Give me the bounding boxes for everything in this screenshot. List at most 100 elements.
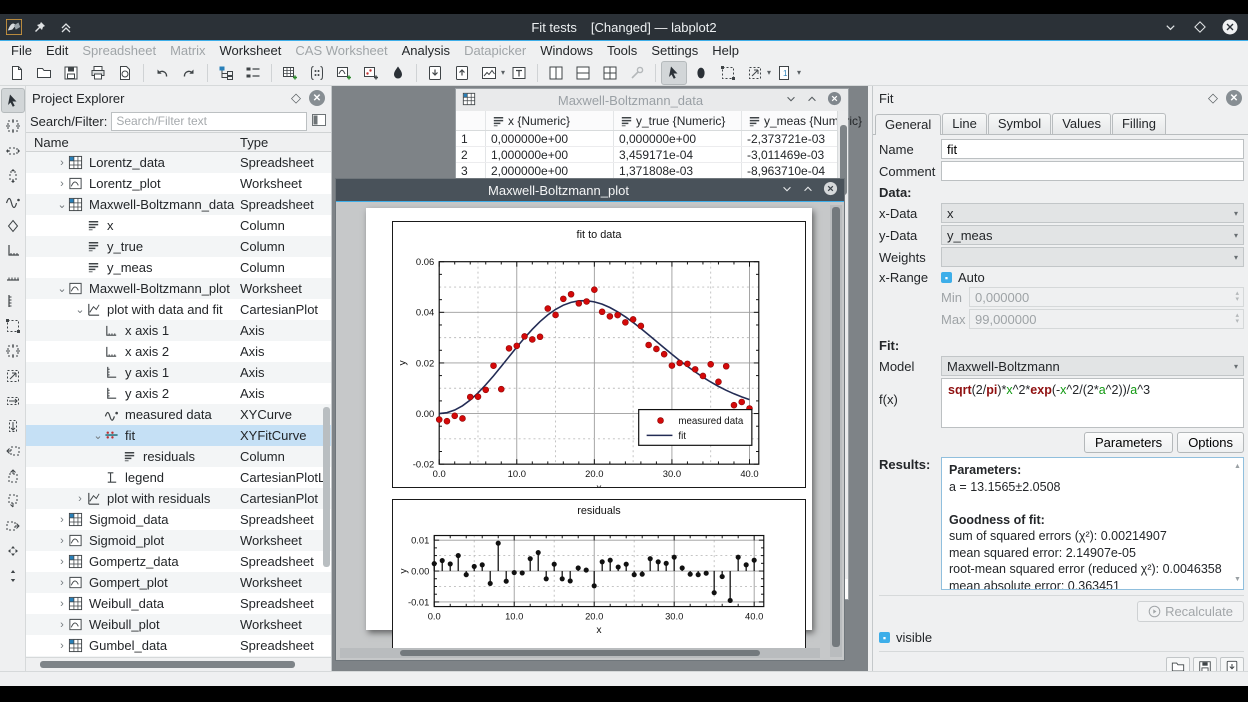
tab-filling[interactable]: Filling (1112, 113, 1166, 134)
add-axis-left-tool-icon[interactable] (1, 288, 25, 313)
tab-general[interactable]: General (875, 114, 941, 135)
page-view-button-dropdown-icon[interactable]: ▾ (797, 68, 801, 77)
new-folder-icon[interactable] (213, 61, 239, 85)
spreadsheet-row-3[interactable]: 32,000000e+001,371808e-03-8,963710e-04 (456, 163, 848, 179)
filter-options-button[interactable] (311, 112, 327, 131)
shift-left-x-tool-icon[interactable] (1, 438, 25, 463)
new-note-icon[interactable] (385, 61, 411, 85)
chevron-down-icon[interactable] (1162, 19, 1178, 35)
spreadsheet-cell[interactable]: 1,371808e-03 (614, 163, 742, 178)
tree-expander-icon[interactable]: › (56, 157, 68, 169)
resize-horizontal-tool-icon[interactable] (1, 138, 25, 163)
new-worksheet-icon[interactable] (331, 61, 357, 85)
tree-row-gumbel-data[interactable]: ›Gumbel_dataSpreadsheet (26, 635, 331, 656)
worksheet-window[interactable]: Maxwell-Boltzmann_plot fit to data0.010.… (335, 178, 845, 661)
tree-expander-icon[interactable]: ⌄ (56, 282, 68, 295)
tree-row-x-axis-2[interactable]: x axis 2Axis (26, 341, 331, 362)
window-close-icon[interactable] (827, 91, 842, 109)
add-curve-tool-icon[interactable] (1, 188, 25, 213)
search-filter-input[interactable] (111, 112, 307, 131)
tree-row-residuals[interactable]: residualsColumn (26, 446, 331, 467)
column-header-x[interactable]: x {Numeric} (486, 111, 614, 130)
zoom-selection-tool-icon[interactable] (1, 363, 25, 388)
menu-help[interactable]: Help (705, 42, 746, 59)
x-data-combobox[interactable]: x▾ (941, 203, 1244, 223)
window-maximize-icon[interactable] (802, 183, 814, 198)
comment-input[interactable] (941, 161, 1244, 181)
zoom-out-tool-icon[interactable] (1, 338, 25, 363)
tree-row-plot-with-residuals[interactable]: ›plot with residualsCartesianPlot (26, 488, 331, 509)
parameters-button[interactable]: Parameters (1084, 432, 1173, 453)
tree-row-weibull-data[interactable]: ›Weibull_dataSpreadsheet (26, 593, 331, 614)
window-maximize-icon[interactable] (806, 93, 818, 108)
menu-windows[interactable]: Windows (533, 42, 600, 59)
open-project-icon[interactable] (31, 61, 57, 85)
new-datapicker-icon[interactable] (358, 61, 384, 85)
new-spreadsheet-icon[interactable] (277, 61, 303, 85)
menu-worksheet[interactable]: Worksheet (212, 42, 288, 59)
tree-row-lorentz-plot[interactable]: ›Lorentz_plotWorksheet (26, 173, 331, 194)
zoom-fit-button-dropdown-icon[interactable]: ▾ (767, 68, 771, 77)
tree-row-sigmoid-plot[interactable]: ›Sigmoid_plotWorksheet (26, 530, 331, 551)
tree-horizontal-scrollbar[interactable] (26, 657, 331, 670)
zoom-x-selection-tool-icon[interactable] (1, 388, 25, 413)
tab-values[interactable]: Values (1052, 113, 1111, 134)
residuals-plot[interactable]: residuals0.010.020.030.040.0-0.010.000.0… (392, 499, 806, 649)
text-label-icon[interactable] (506, 61, 532, 85)
tree-expander-icon[interactable]: ⌄ (92, 429, 104, 442)
tree-header[interactable]: Name Type (26, 132, 331, 152)
shift-up-y-tool-icon[interactable] (1, 463, 25, 488)
resize-vertical-tool-icon[interactable] (1, 163, 25, 188)
name-input[interactable] (941, 139, 1244, 159)
tree-expander-icon[interactable]: › (56, 514, 68, 526)
auto-scale-x-tool-icon[interactable] (1, 538, 25, 563)
tree-row-y-true[interactable]: y_trueColumn (26, 236, 331, 257)
tree-expander-icon[interactable]: ⌄ (56, 198, 68, 211)
tree-expander-icon[interactable]: › (56, 535, 68, 547)
recalculate-button[interactable]: Recalculate (1137, 601, 1244, 622)
worksheet-vertical-scrollbar[interactable] (830, 205, 842, 657)
window-shade-icon[interactable] (781, 183, 793, 198)
zoom-y-selection-tool-icon[interactable] (1, 413, 25, 438)
tree-expander-icon[interactable]: › (56, 598, 68, 610)
worksheet-horizontal-scrollbar[interactable] (340, 648, 820, 658)
page-view-icon[interactable]: 1 (772, 61, 798, 85)
options-button[interactable]: Options (1177, 432, 1244, 453)
tree-row-lorentz-data[interactable]: ›Lorentz_dataSpreadsheet (26, 152, 331, 173)
export-image-button-dropdown-icon[interactable]: ▾ (501, 68, 505, 77)
select-mode-icon[interactable] (661, 61, 687, 85)
split-grid-icon[interactable] (597, 61, 623, 85)
zoom-select-mode-icon[interactable] (715, 61, 741, 85)
auto-scale-y-tool-icon[interactable] (1, 563, 25, 588)
shift-down-y-tool-icon[interactable] (1, 488, 25, 513)
y-data-combobox[interactable]: y_meas▾ (941, 225, 1244, 245)
export-image-icon[interactable] (476, 61, 502, 85)
tree-row-fit[interactable]: ⌄fitXYFitCurve (26, 425, 331, 446)
tree-column-name[interactable]: Name (26, 135, 240, 150)
zoom-in-tool-icon[interactable] (1, 313, 25, 338)
close-panel-icon[interactable]: ✕ (309, 90, 325, 106)
tree-expander-icon[interactable]: › (56, 577, 68, 589)
tree-row-y-axis-2[interactable]: y axis 2Axis (26, 383, 331, 404)
auto-scale-tool-icon[interactable] (1, 513, 25, 538)
print-icon[interactable] (85, 61, 111, 85)
tree-row-plot-with-data-and-fit[interactable]: ⌄plot with data and fitCartesianPlot (26, 299, 331, 320)
add-axis-bottom-tool-icon[interactable] (1, 263, 25, 288)
tree-row-sigmoid-data[interactable]: ›Sigmoid_dataSpreadsheet (26, 509, 331, 530)
menu-file[interactable]: File (4, 42, 39, 59)
tree-row-measured-data[interactable]: measured dataXYCurve (26, 404, 331, 425)
column-header-y_meas[interactable]: y_meas {Numeric} (742, 111, 868, 130)
menu-analysis[interactable]: Analysis (395, 42, 457, 59)
new-matrix-icon[interactable] (304, 61, 330, 85)
tree-expander-icon[interactable]: › (74, 493, 86, 505)
menu-edit[interactable]: Edit (39, 42, 75, 59)
tree-row-y-axis-1[interactable]: y axis 1Axis (26, 362, 331, 383)
tree-row-legend[interactable]: legendCartesianPlotL (26, 467, 331, 488)
tab-symbol[interactable]: Symbol (988, 113, 1051, 134)
window-shade-icon[interactable] (785, 93, 797, 108)
column-header-y_true[interactable]: y_true {Numeric} (614, 111, 742, 130)
tree-row-weibull-plot[interactable]: ›Weibull_plotWorksheet (26, 614, 331, 635)
import-data-icon[interactable] (422, 61, 448, 85)
tree-row-x[interactable]: xColumn (26, 215, 331, 236)
add-axis-corner-tool-icon[interactable] (1, 238, 25, 263)
